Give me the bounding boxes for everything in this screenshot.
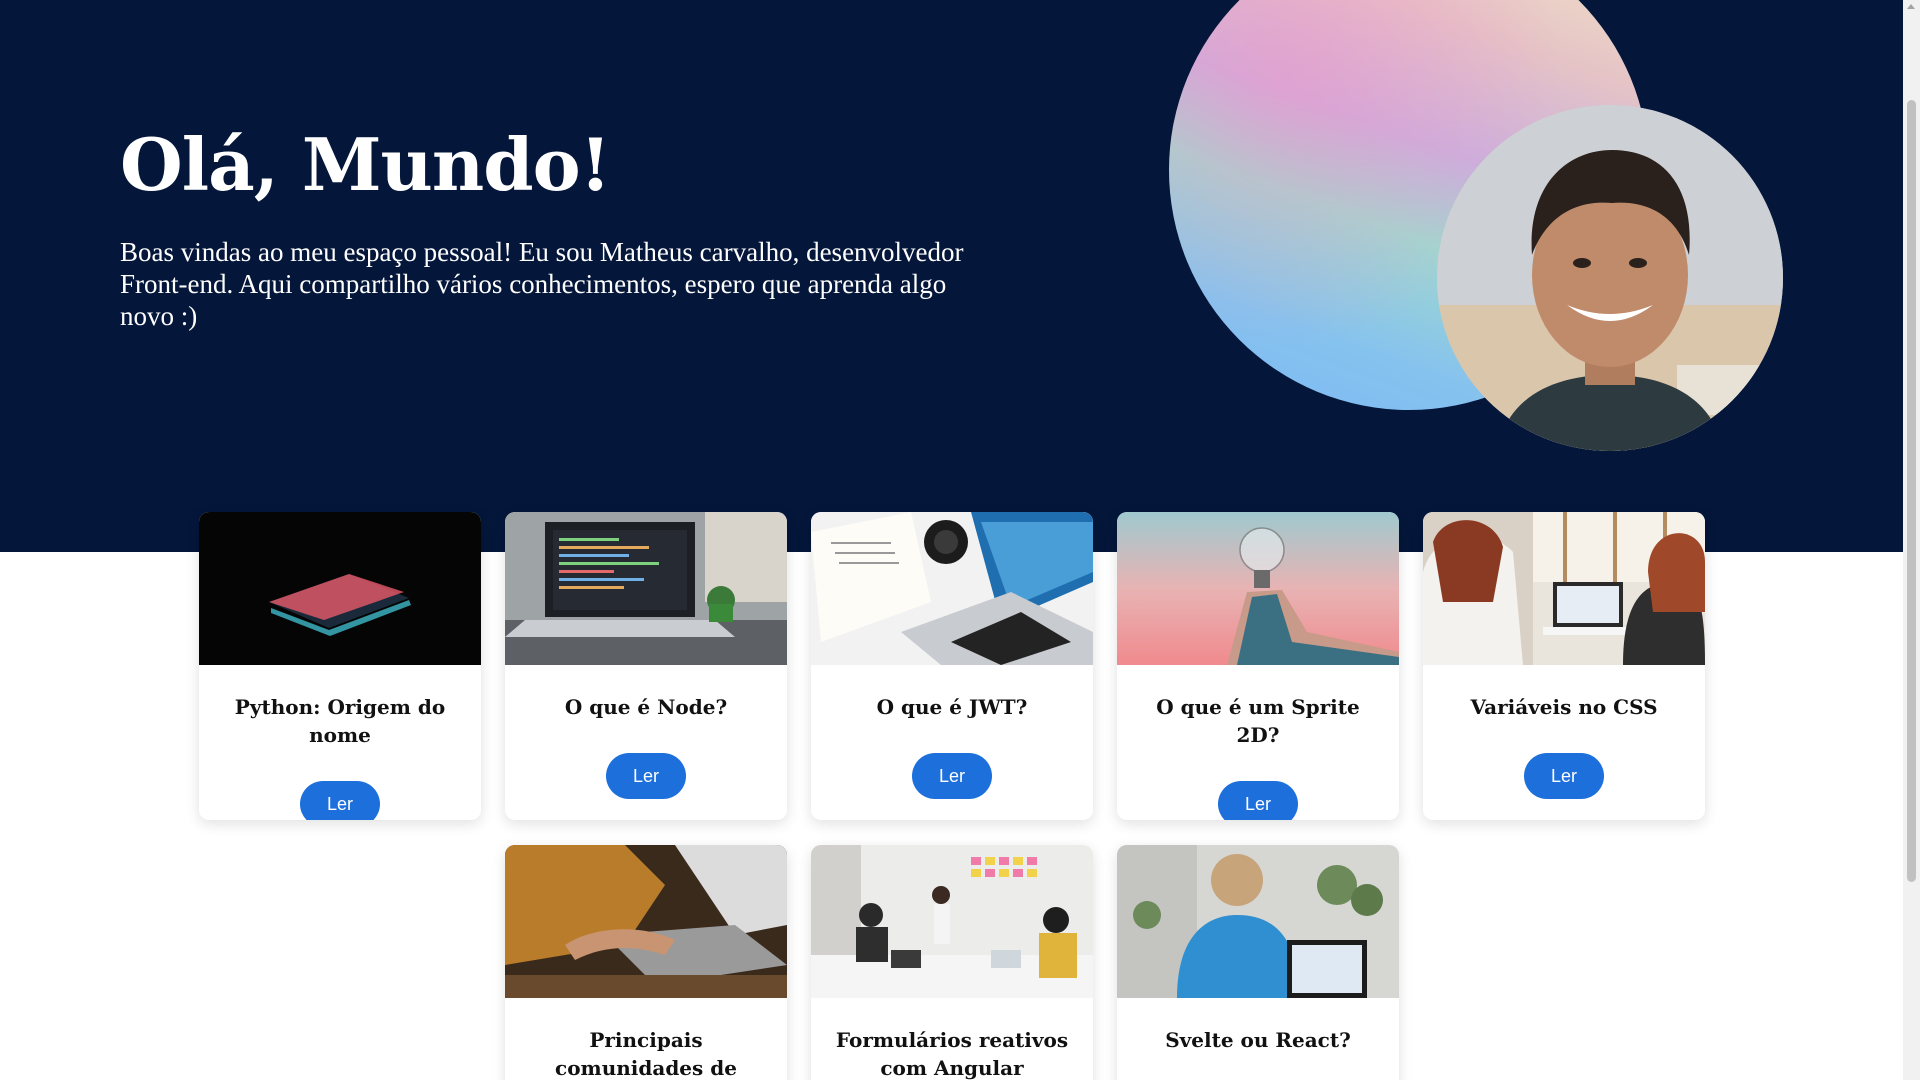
lightbulb-image [1117,512,1399,665]
read-button[interactable]: Ler [1524,753,1604,799]
scroll-up-arrow-icon[interactable] [1907,4,1915,9]
read-button[interactable]: Ler [912,753,992,799]
article-title: O que é um Sprite 2D? [1156,695,1360,747]
women-laptop-image [1423,512,1705,665]
laptop-glow-image [199,512,481,665]
scrollbar[interactable] [1903,0,1920,1080]
article-card: O que é JWT? Ler [811,512,1093,820]
article-card: Formulários reativos com Angular [811,845,1093,1080]
article-title: O que é JWT? [876,695,1028,719]
read-button[interactable]: Ler [1218,781,1298,820]
article-card: O que é um Sprite 2D? Ler [1117,512,1399,820]
office-meeting-image [811,845,1093,998]
articles-grid: Python: Origem do nome Ler O que é Node?… [0,0,1903,1080]
article-card: Variáveis no CSS Ler [1423,512,1705,820]
woman-working-image [1117,845,1399,998]
laptop-code-image [505,512,787,665]
article-title: Formulários reativos com Angular [835,1028,1069,1080]
article-title: Svelte ou React? [1165,1028,1351,1052]
article-card: Svelte ou React? [1117,845,1399,1080]
article-title: Variáveis no CSS [1470,695,1658,719]
read-button[interactable]: Ler [606,753,686,799]
desk-laptop-image [811,512,1093,665]
article-card: Python: Origem do nome Ler [199,512,481,820]
article-title: Python: Origem do nome [234,695,446,747]
article-title: O que é Node? [564,695,728,719]
read-button[interactable]: Ler [300,781,380,820]
article-card: O que é Node? Ler [505,512,787,820]
scrollbar-thumb[interactable] [1907,100,1916,882]
typing-laptop-image [505,845,787,998]
article-card: Principais comunidades de Front-end [505,845,787,1080]
article-title: Principais comunidades de Front-end [555,1028,737,1080]
